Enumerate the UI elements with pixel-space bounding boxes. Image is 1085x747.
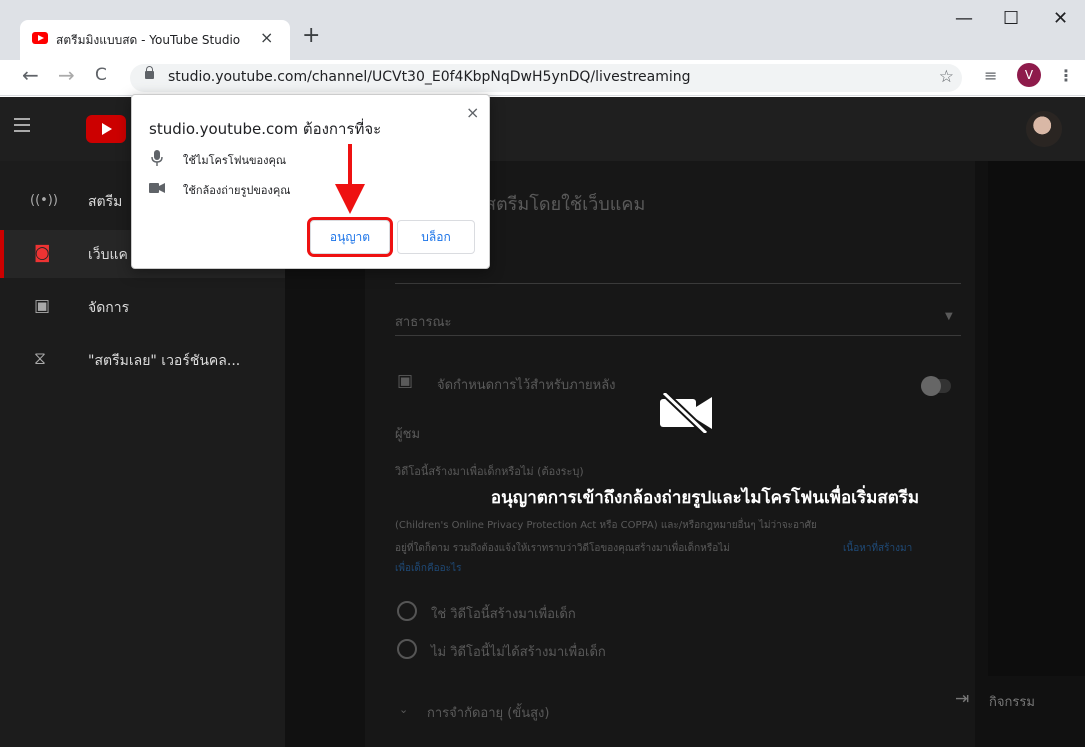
new-tab-button[interactable]: + <box>302 23 320 48</box>
chrome-menu-icon[interactable]: ⋮ <box>1058 66 1074 85</box>
activity-button[interactable]: ⇥ กิจกรรม <box>955 681 1073 721</box>
back-button[interactable]: ← <box>22 63 39 87</box>
maximize-button[interactable]: ☐ <box>1003 8 1019 29</box>
account-avatar[interactable] <box>1026 111 1062 147</box>
activity-label: กิจกรรม <box>989 695 1035 710</box>
webcam-preview <box>988 161 1085 676</box>
schedule-toggle[interactable] <box>921 376 951 396</box>
youtube-favicon-icon <box>32 32 48 44</box>
live-icon: ((•)) <box>30 193 58 208</box>
visibility-select[interactable]: สาธารณะ <box>395 311 452 332</box>
chevron-down-icon[interactable]: ⌄ <box>399 703 408 716</box>
profile-avatar[interactable]: V <box>1017 63 1041 87</box>
permission-label: ใช้กล้องถ่ายรูปของคุณ <box>183 184 291 197</box>
browser-tab-strip: สตรีมมิงแบบสด - YouTube Studio × + — ☐ ✕ <box>0 0 1085 60</box>
close-icon[interactable]: × <box>466 103 479 122</box>
minimize-button[interactable]: — <box>955 8 973 29</box>
divider <box>395 283 961 284</box>
annotation-arrow-head <box>335 184 365 214</box>
menu-icon[interactable] <box>14 118 30 120</box>
address-bar[interactable]: studio.youtube.com/channel/UCVt30_E0f4Kb… <box>130 64 962 92</box>
made-for-kids-link[interactable]: เนื้อหาที่สร้างมา <box>843 541 912 556</box>
kids-question: วิดีโอนี้สร้างมาเพื่อเด็กหรือไม่ (ต้องระ… <box>395 465 584 478</box>
exit-icon: ⇥ <box>955 689 970 709</box>
coppa-text: (Children's Online Privacy Protection Ac… <box>395 520 817 531</box>
classic-icon: ⧖ <box>34 349 46 369</box>
made-for-kids-link-2[interactable]: เพื่อเด็กคืออะไร <box>395 561 461 576</box>
popup-title: studio.youtube.com ต้องการที่จะ <box>149 120 382 138</box>
calendar-icon: ▣ <box>34 296 51 316</box>
forward-button[interactable]: → <box>58 63 75 87</box>
sidebar-item-manage[interactable]: ▣ จัดการ <box>0 283 285 331</box>
camera-icon: ◙ <box>34 243 51 263</box>
schedule-label: จัดกำหนดการไว้สำหรับภายหลัง <box>437 378 616 393</box>
allow-button[interactable]: อนุญาต <box>307 217 393 257</box>
bookmark-star-icon[interactable]: ☆ <box>939 67 954 87</box>
reload-button[interactable]: C <box>95 65 107 85</box>
browser-tab[interactable]: สตรีมมิงแบบสด - YouTube Studio × <box>20 20 290 60</box>
sidebar-item-label: สตรีม <box>88 194 123 210</box>
permission-message: อนุญาตการเข้าถึงกล้องถ่ายรูปและไมโครโฟนเ… <box>490 488 920 508</box>
url-text[interactable]: studio.youtube.com/channel/UCVt30_E0f4Kb… <box>168 69 691 85</box>
radio-no[interactable] <box>397 639 417 659</box>
option-yes-label: ใช่ วิดีโอนี้สร้างมาเพื่อเด็ก <box>431 607 576 622</box>
chevron-down-icon[interactable]: ▼ <box>945 311 953 322</box>
calendar-icon: ▣ <box>397 371 414 391</box>
permission-popup: studio.youtube.com ต้องการที่จะ × ใช้ไมโ… <box>131 94 490 269</box>
sidebar-item-label: จัดการ <box>88 300 130 316</box>
age-restriction-toggle[interactable]: การจำกัดอายุ (ขั้นสูง) <box>427 702 549 723</box>
video-camera-icon <box>149 183 165 193</box>
tab-close-icon[interactable]: × <box>260 28 273 47</box>
reading-list-icon[interactable]: ≡ <box>984 66 997 85</box>
sidebar-item-label: "สตรีมเลย" เวอร์ชันคล... <box>88 353 241 369</box>
notify-text: อยู่ที่ใดก็ตาม รวมถึงต้องแจ้งให้เราทราบว… <box>395 543 730 554</box>
tab-title: สตรีมมิงแบบสด - YouTube Studio <box>56 33 241 47</box>
page-title: สตรีมโดยใช้เว็บแคม <box>485 194 646 215</box>
radio-yes[interactable] <box>397 601 417 621</box>
permission-microphone: ใช้ไมโครโฟนของคุณ <box>149 150 449 168</box>
lock-icon <box>145 66 154 79</box>
permission-camera: ใช้กล้องถ่ายรูปของคุณ <box>149 180 449 198</box>
browser-toolbar: ← → C studio.youtube.com/channel/UCVt30_… <box>0 60 1085 96</box>
block-button[interactable]: บล็อก <box>397 220 475 254</box>
option-no-label: ไม่ วิดีโอนี้ไม่ได้สร้างมาเพื่อเด็ก <box>431 645 606 660</box>
sidebar-item-label: เว็บแค <box>88 247 128 263</box>
microphone-icon <box>151 150 163 166</box>
youtube-logo-icon[interactable] <box>86 115 126 143</box>
sidebar-item-classic[interactable]: ⧖ "สตรีมเลย" เวอร์ชันคล... <box>0 336 285 384</box>
permission-label: ใช้ไมโครโฟนของคุณ <box>183 154 287 167</box>
divider <box>395 335 961 336</box>
annotation-arrow-shaft <box>348 144 352 186</box>
close-window-button[interactable]: ✕ <box>1053 8 1068 29</box>
audience-heading: ผู้ชม <box>395 427 421 442</box>
camera-off-icon <box>660 393 712 433</box>
